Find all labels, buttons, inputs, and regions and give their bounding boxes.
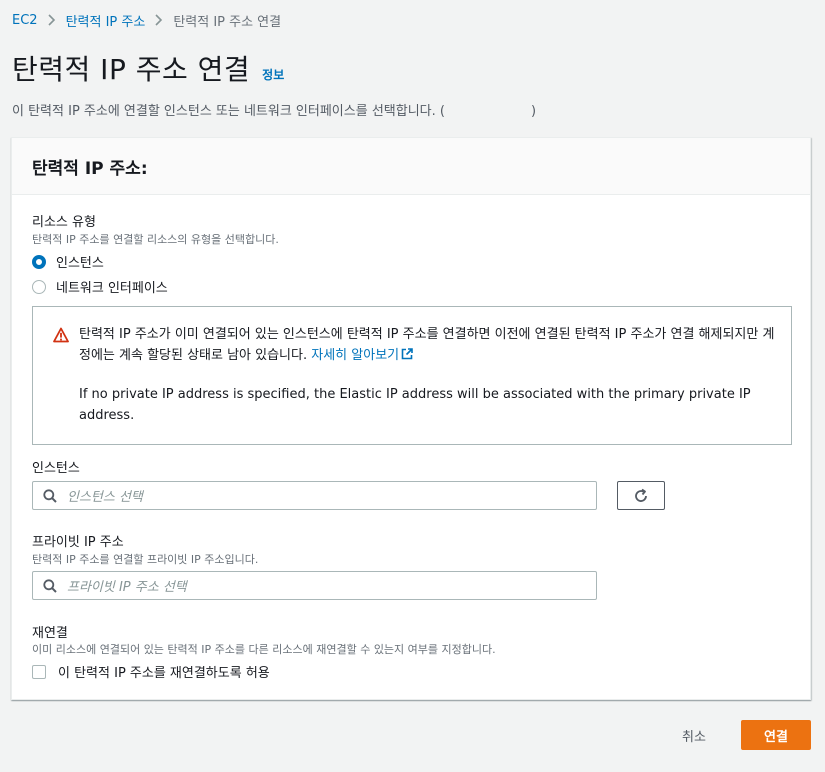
breadcrumb-current: 탄력적 IP 주소 연결 xyxy=(173,14,282,30)
radio-instance-control[interactable] xyxy=(32,254,46,269)
search-icon xyxy=(43,488,57,503)
panel-title: 탄력적 IP 주소: xyxy=(32,158,148,179)
search-icon xyxy=(43,578,57,593)
reassociation-description: 이미 리소스에 연결되어 있는 탄력적 IP 주소를 다른 리소스에 재연결할 … xyxy=(32,643,496,656)
learn-more-link[interactable]: 자세히 알아보기 xyxy=(311,348,413,363)
alert-message-text: 탄력적 IP 주소가 이미 연결되어 있는 인스턴스에 탄력적 IP 주소를 연… xyxy=(79,327,775,363)
warning-alert: 탄력적 IP 주소가 이미 연결되어 있는 인스턴스에 탄력적 IP 주소를 연… xyxy=(32,306,792,445)
radio-network-interface-label: 네트워크 인터페이스 xyxy=(56,281,168,296)
breadcrumb-ec2[interactable]: EC2 xyxy=(12,13,38,28)
page-description-text: 이 탄력적 IP 주소에 연결할 인스턴스 또는 네트워크 인터페이스를 선택합… xyxy=(12,104,445,119)
private-ip-label: 프라이빗 IP 주소 xyxy=(32,535,124,550)
reassociation-checkbox-label: 이 탄력적 IP 주소를 재연결하도록 허용 xyxy=(58,666,270,681)
info-link[interactable]: 정보 xyxy=(262,66,284,83)
alert-message: 탄력적 IP 주소가 이미 연결되어 있는 인스턴스에 탄력적 IP 주소를 연… xyxy=(79,324,779,366)
panel-header: 탄력적 IP 주소: xyxy=(12,138,810,195)
alert-message-english: If no private IP address is specified, t… xyxy=(79,387,751,423)
reassociation-checkbox-row[interactable]: 이 탄력적 IP 주소를 재연결하도록 허용 xyxy=(32,662,270,681)
instance-label: 인스턴스 xyxy=(32,461,80,476)
private-ip-description: 탄력적 IP 주소를 연결할 프라이빗 IP 주소입니다. xyxy=(32,553,259,566)
external-link-icon xyxy=(401,348,413,360)
page-title: 탄력적 IP 주소 연결 xyxy=(12,53,251,86)
cancel-button[interactable]: 취소 xyxy=(670,720,718,750)
reassociation-checkbox[interactable] xyxy=(32,664,46,679)
page-header: 탄력적 IP 주소 연결 정보 xyxy=(12,48,284,88)
page-description-end: ) xyxy=(530,104,537,119)
chevron-right-icon xyxy=(38,14,66,26)
connect-button[interactable]: 연결 xyxy=(741,720,811,750)
warning-icon xyxy=(53,327,69,343)
page-description: 이 탄력적 IP 주소에 연결할 인스턴스 또는 네트워크 인터페이스를 선택합… xyxy=(12,100,536,119)
chevron-right-icon xyxy=(145,14,173,26)
instance-select[interactable]: 인스턴스 선택 xyxy=(32,481,597,510)
breadcrumb-elastic-ips[interactable]: 탄력적 IP 주소 xyxy=(66,11,146,30)
private-ip-select-placeholder: 프라이빗 IP 주소 선택 xyxy=(67,580,187,595)
instance-select-placeholder: 인스턴스 선택 xyxy=(67,490,143,505)
elastic-ip-panel: 탄력적 IP 주소: 리소스 유형 탄력적 IP 주소를 연결할 리소스의 유형… xyxy=(11,137,811,700)
radio-instance[interactable]: 인스턴스 xyxy=(32,252,104,271)
resource-type-label: 리소스 유형 xyxy=(32,215,96,230)
reassociation-label: 재연결 xyxy=(32,626,68,641)
refresh-button[interactable] xyxy=(617,481,665,510)
learn-more-label: 자세히 알아보기 xyxy=(311,348,400,363)
breadcrumb: EC2 탄력적 IP 주소 탄력적 IP 주소 연결 xyxy=(12,10,281,30)
radio-instance-label: 인스턴스 xyxy=(56,256,104,271)
refresh-icon xyxy=(635,488,647,502)
radio-network-interface[interactable]: 네트워크 인터페이스 xyxy=(32,277,168,296)
radio-network-interface-control[interactable] xyxy=(32,279,46,294)
private-ip-select[interactable]: 프라이빗 IP 주소 선택 xyxy=(32,571,597,600)
resource-type-description: 탄력적 IP 주소를 연결할 리소스의 유형을 선택합니다. xyxy=(32,233,279,246)
